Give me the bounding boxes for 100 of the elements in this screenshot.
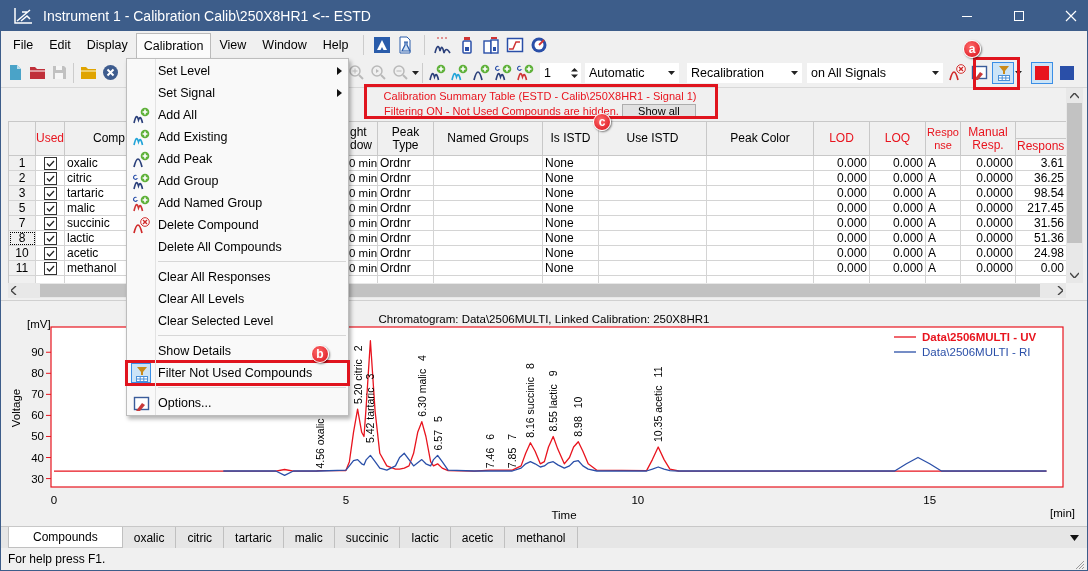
tick-label: 30 bbox=[31, 472, 44, 485]
group-peaks-plus-icon[interactable] bbox=[516, 64, 534, 81]
table-cell: None bbox=[543, 231, 599, 246]
vials-icon[interactable] bbox=[481, 35, 500, 54]
menu-item[interactable]: Options... bbox=[127, 392, 214, 414]
tab[interactable]: Compounds bbox=[8, 527, 123, 548]
y-tick bbox=[45, 435, 52, 437]
peaks-plus-icon[interactable] bbox=[428, 64, 446, 81]
checkbox[interactable] bbox=[43, 171, 57, 185]
table-cell: None bbox=[543, 261, 599, 276]
row-number[interactable]: 5 bbox=[9, 201, 36, 216]
column-header[interactable]: LOD bbox=[814, 122, 870, 156]
column-header[interactable]: Used bbox=[36, 122, 65, 156]
caret-icon[interactable] bbox=[1070, 534, 1079, 541]
table-cell: 0 min bbox=[348, 231, 378, 246]
table-cell: 0.000 bbox=[814, 156, 870, 171]
caret-icon[interactable] bbox=[1014, 70, 1022, 75]
spin-arrows-icon[interactable] bbox=[571, 66, 578, 79]
menu-item[interactable]: Set Level bbox=[127, 60, 348, 82]
peak-label: 6.57 bbox=[431, 429, 444, 451]
folder-icon[interactable] bbox=[28, 64, 46, 81]
menu-item[interactable]: Edit bbox=[41, 32, 79, 57]
menu-item[interactable]: Clear Selected Level bbox=[127, 310, 276, 332]
table-cell: 0.00 bbox=[1016, 261, 1066, 276]
table-cell: 36.25 bbox=[1016, 171, 1066, 186]
peaks-icon[interactable] bbox=[433, 35, 452, 54]
table-cell: 51.36 bbox=[1016, 231, 1066, 246]
peak-label: 4.56 oxalic bbox=[314, 418, 327, 469]
menu-item[interactable]: Show Details bbox=[127, 340, 233, 362]
group-peaks-plus-icon[interactable] bbox=[494, 64, 512, 81]
legend-entry[interactable]: Data\2506MULTI - RI bbox=[893, 346, 1031, 358]
table-cell: Ordnr bbox=[378, 231, 434, 246]
row-number[interactable]: 2 bbox=[9, 171, 36, 186]
peak-number: 5 bbox=[431, 416, 444, 422]
row-number[interactable]: 7 bbox=[9, 216, 36, 231]
close-icon[interactable] bbox=[101, 64, 119, 81]
table-cell: None bbox=[543, 216, 599, 231]
close-icon[interactable] bbox=[1065, 9, 1077, 22]
table-cell: 0.0000 bbox=[961, 201, 1016, 216]
menu-item[interactable]: Add All bbox=[127, 104, 199, 126]
caret-icon bbox=[791, 70, 798, 75]
row-number[interactable]: 11 bbox=[9, 261, 36, 276]
y-tick bbox=[45, 372, 52, 374]
checkbox[interactable] bbox=[43, 231, 57, 245]
table-cell: 98.54 bbox=[1016, 186, 1066, 201]
column-header[interactable]: Respo nse bbox=[926, 122, 961, 156]
row-number[interactable]: 8 bbox=[9, 231, 36, 246]
column-header[interactable]: Named Groups bbox=[434, 122, 543, 156]
dropdown-field[interactable]: Recalibration bbox=[687, 62, 802, 83]
checkbox[interactable] bbox=[43, 216, 57, 230]
table-cell: 31.56 bbox=[1016, 216, 1066, 231]
column-header[interactable]: Peak Type bbox=[378, 122, 434, 156]
dropdown-field[interactable]: on All Signals bbox=[807, 62, 943, 83]
tick-label: 15 bbox=[923, 494, 937, 506]
table-cell: 0.0000 bbox=[961, 231, 1016, 246]
peak-plus-icon[interactable] bbox=[472, 64, 490, 81]
checkbox[interactable] bbox=[43, 261, 57, 275]
column-header[interactable]: ght dow bbox=[348, 122, 378, 156]
menu-item[interactable]: Window bbox=[254, 32, 315, 57]
peak-delete-icon bbox=[132, 216, 150, 234]
legend-entry[interactable]: Data\2506MULTI - UV bbox=[893, 331, 1037, 343]
resize-grip-icon[interactable] bbox=[1074, 559, 1085, 570]
peak-label: 10.35 acetic bbox=[652, 385, 665, 442]
table-cell: 0.0000 bbox=[961, 156, 1016, 171]
row-number[interactable]: 10 bbox=[9, 246, 36, 261]
checkbox[interactable] bbox=[43, 156, 57, 170]
caret-icon[interactable] bbox=[411, 70, 419, 75]
menu-item[interactable]: Clear All Levels bbox=[127, 288, 247, 310]
menu-item[interactable]: Display bbox=[78, 32, 136, 57]
checkbox[interactable] bbox=[43, 186, 57, 200]
column-header[interactable]: Peak Color bbox=[707, 122, 814, 156]
row-number[interactable]: 1 bbox=[9, 156, 36, 171]
peak-number: 6 bbox=[483, 433, 496, 440]
menu-item[interactable]: Add Existing bbox=[127, 126, 230, 148]
scroll-right-icon[interactable] bbox=[1057, 286, 1063, 295]
peak-label: 8.55 lactic bbox=[547, 384, 560, 432]
column-header[interactable]: Manual Resp. bbox=[961, 122, 1016, 156]
checkbox[interactable] bbox=[43, 201, 57, 215]
menu-item[interactable]: Set Signal bbox=[127, 82, 348, 104]
scroll-down-icon[interactable] bbox=[1070, 272, 1079, 278]
checkbox[interactable] bbox=[43, 246, 57, 260]
spin-field[interactable]: 1 bbox=[540, 62, 581, 83]
line-chart-icon[interactable] bbox=[505, 35, 524, 54]
menu-item[interactable]: File bbox=[5, 32, 42, 57]
menu-item[interactable]: Calibration bbox=[135, 32, 212, 61]
menu-item[interactable]: Filter Not Used Compounds bbox=[127, 362, 348, 384]
menu-item[interactable]: Help bbox=[314, 32, 357, 57]
scrollbar-thumb[interactable] bbox=[1067, 103, 1082, 243]
axis-unit: [mV] bbox=[27, 318, 51, 330]
column-header[interactable]: LOQ bbox=[870, 122, 926, 156]
maximize-icon[interactable] bbox=[1013, 9, 1025, 22]
row-number[interactable]: 3 bbox=[9, 186, 36, 201]
peak-label: 5.20 citric bbox=[351, 359, 364, 405]
menu-item[interactable]: View bbox=[211, 32, 255, 57]
table-cell: 3.61 bbox=[1016, 156, 1066, 171]
scroll-up-icon[interactable] bbox=[1070, 93, 1079, 99]
scroll-left-icon[interactable] bbox=[11, 286, 17, 295]
dropdown-field[interactable]: Automatic bbox=[585, 62, 679, 83]
gauge-icon[interactable] bbox=[529, 35, 548, 54]
submenu-arrow-icon bbox=[337, 67, 342, 75]
